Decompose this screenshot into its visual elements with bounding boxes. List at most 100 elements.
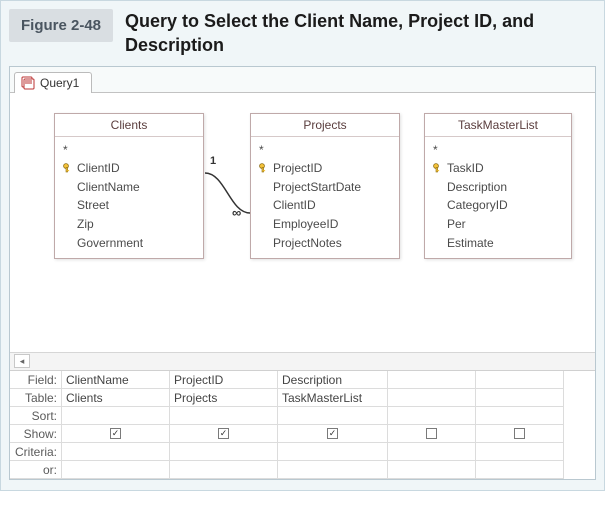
grid-cell-criteria[interactable] xyxy=(476,443,564,461)
scroll-left-icon[interactable]: ◂ xyxy=(14,354,30,368)
grid-cell-table[interactable]: TaskMasterList xyxy=(278,389,388,407)
grid-cell-field[interactable]: ProjectID xyxy=(170,371,278,389)
show-checkbox[interactable]: ✓ xyxy=(218,428,229,439)
grid-cell-or[interactable] xyxy=(278,461,388,479)
show-checkbox[interactable] xyxy=(514,428,525,439)
field-label: ClientID xyxy=(273,196,316,215)
table-box-projects[interactable]: Projects * ProjectID ProjectStartDate Cl… xyxy=(250,113,400,260)
query-icon xyxy=(21,76,35,90)
grid-cell-criteria[interactable] xyxy=(278,443,388,461)
table-box-taskmasterlist[interactable]: TaskMasterList * TaskID Description Cate… xyxy=(424,113,572,260)
field-label: Government xyxy=(77,234,143,253)
row-label-show: Show: xyxy=(10,425,62,443)
field-label: Per xyxy=(447,215,466,234)
grid-cell-table[interactable]: Clients xyxy=(62,389,170,407)
field-estimate[interactable]: Estimate xyxy=(433,234,565,253)
field-pr-clientid[interactable]: ClientID xyxy=(259,196,393,215)
field-label: ClientName xyxy=(77,178,140,197)
grid-cell-criteria[interactable] xyxy=(388,443,476,461)
row-label-criteria: Criteria: xyxy=(10,443,62,461)
horizontal-scrollbar[interactable]: ◂ xyxy=(10,353,595,371)
tab-label: Query1 xyxy=(40,76,79,90)
table-title: Clients xyxy=(55,114,203,137)
tab-query1[interactable]: Query1 xyxy=(14,72,92,93)
design-surface[interactable]: 1 ∞ Clients * ClientID ClientName Street… xyxy=(10,93,595,353)
grid-cell-field[interactable] xyxy=(476,371,564,389)
table-title: Projects xyxy=(251,114,399,137)
figure-title: Query to Select the Client Name, Project… xyxy=(125,9,596,58)
query-design-window: Query1 1 ∞ Clients * ClientID xyxy=(9,66,596,480)
primary-key-icon xyxy=(63,163,73,173)
field-per[interactable]: Per xyxy=(433,215,565,234)
table-fields: * ClientID ClientName Street Zip Governm… xyxy=(55,137,203,259)
grid-cell-table[interactable]: Projects xyxy=(170,389,278,407)
field-taskid[interactable]: TaskID xyxy=(433,159,565,178)
grid-cell-show[interactable] xyxy=(476,425,564,443)
grid-cell-table[interactable] xyxy=(476,389,564,407)
relationship-many-label: ∞ xyxy=(232,205,241,220)
table-fields: * TaskID Description CategoryID Per Esti… xyxy=(425,137,571,259)
grid-cell-field[interactable]: ClientName xyxy=(62,371,170,389)
qbe-grid: Field: ClientName ProjectID Description … xyxy=(10,371,595,479)
primary-key-icon xyxy=(259,163,269,173)
grid-cell-show[interactable]: ✓ xyxy=(62,425,170,443)
grid-cell-sort[interactable] xyxy=(170,407,278,425)
grid-cell-field[interactable]: Description xyxy=(278,371,388,389)
field-clientid[interactable]: ClientID xyxy=(63,159,197,178)
field-zip[interactable]: Zip xyxy=(63,215,197,234)
table-title: TaskMasterList xyxy=(425,114,571,137)
field-label: ClientID xyxy=(77,159,120,178)
grid-cell-show[interactable]: ✓ xyxy=(278,425,388,443)
field-label: Estimate xyxy=(447,234,494,253)
row-label-sort: Sort: xyxy=(10,407,62,425)
table-box-clients[interactable]: Clients * ClientID ClientName Street Zip… xyxy=(54,113,204,260)
table-fields: * ProjectID ProjectStartDate ClientID Em… xyxy=(251,137,399,259)
grid-cell-sort[interactable] xyxy=(476,407,564,425)
grid-cell-sort[interactable] xyxy=(62,407,170,425)
field-star[interactable]: * xyxy=(433,141,565,160)
grid-cell-table[interactable] xyxy=(388,389,476,407)
primary-key-icon xyxy=(433,163,443,173)
field-categoryid[interactable]: CategoryID xyxy=(433,196,565,215)
grid-cell-or[interactable] xyxy=(62,461,170,479)
show-checkbox[interactable]: ✓ xyxy=(110,428,121,439)
field-government[interactable]: Government xyxy=(63,234,197,253)
grid-cell-or[interactable] xyxy=(388,461,476,479)
show-checkbox[interactable] xyxy=(426,428,437,439)
field-label: ProjectID xyxy=(273,159,322,178)
grid-cell-sort[interactable] xyxy=(278,407,388,425)
grid-cell-or[interactable] xyxy=(170,461,278,479)
field-label: ProjectStartDate xyxy=(273,178,361,197)
field-projectstartdate[interactable]: ProjectStartDate xyxy=(259,178,393,197)
field-label: Street xyxy=(77,196,109,215)
field-star[interactable]: * xyxy=(63,141,197,160)
grid-cell-sort[interactable] xyxy=(388,407,476,425)
figure-number-tag: Figure 2-48 xyxy=(9,9,113,42)
figure-container: Figure 2-48 Query to Select the Client N… xyxy=(0,0,605,491)
field-star[interactable]: * xyxy=(259,141,393,160)
show-checkbox[interactable]: ✓ xyxy=(327,428,338,439)
grid-cell-field[interactable] xyxy=(388,371,476,389)
field-label: CategoryID xyxy=(447,196,508,215)
field-label: Zip xyxy=(77,215,94,234)
field-street[interactable]: Street xyxy=(63,196,197,215)
field-description[interactable]: Description xyxy=(433,178,565,197)
field-projectid[interactable]: ProjectID xyxy=(259,159,393,178)
grid-cell-show[interactable]: ✓ xyxy=(170,425,278,443)
grid-cell-show[interactable] xyxy=(388,425,476,443)
field-label: Description xyxy=(447,178,507,197)
grid-cell-or[interactable] xyxy=(476,461,564,479)
grid-cell-criteria[interactable] xyxy=(62,443,170,461)
figure-header: Figure 2-48 Query to Select the Client N… xyxy=(9,1,596,66)
field-label: EmployeeID xyxy=(273,215,338,234)
field-clientname[interactable]: ClientName xyxy=(63,178,197,197)
tab-bar: Query1 xyxy=(10,67,595,93)
grid-cell-criteria[interactable] xyxy=(170,443,278,461)
row-label-table: Table: xyxy=(10,389,62,407)
field-employeeid[interactable]: EmployeeID xyxy=(259,215,393,234)
field-projectnotes[interactable]: ProjectNotes xyxy=(259,234,393,253)
field-label: TaskID xyxy=(447,159,484,178)
field-label: ProjectNotes xyxy=(273,234,342,253)
row-label-field: Field: xyxy=(10,371,62,389)
row-label-or: or: xyxy=(10,461,62,479)
